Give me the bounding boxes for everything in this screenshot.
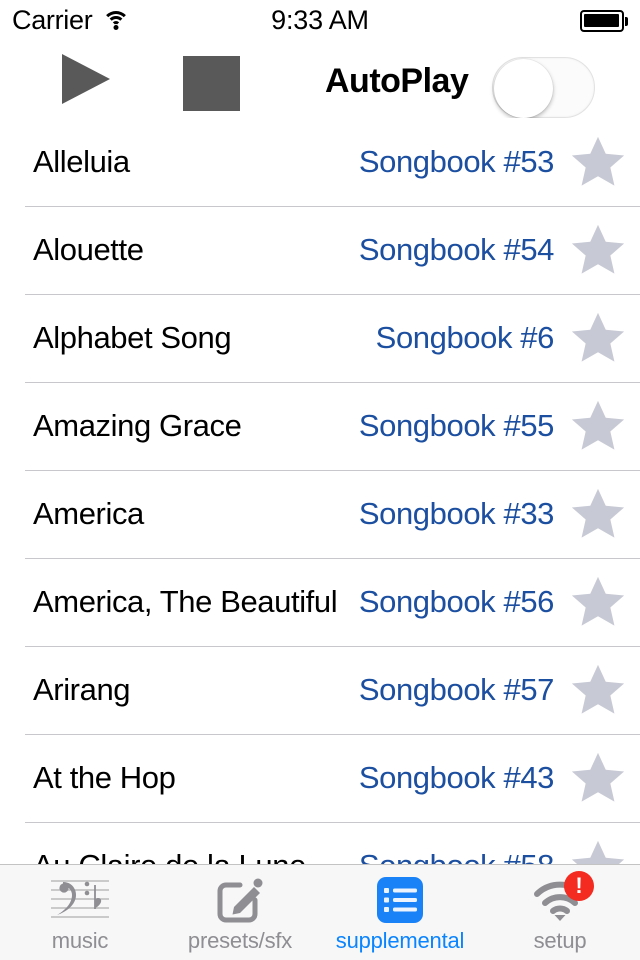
table-row[interactable]: America, The Beautiful Songbook #56: [0, 558, 640, 646]
compose-icon: [208, 874, 272, 926]
song-title: Alphabet Song: [33, 320, 232, 355]
bass-clef-icon: [48, 874, 112, 926]
song-title: Arirang: [33, 672, 131, 707]
star-icon[interactable]: [568, 485, 628, 543]
status-bar: Carrier 9:33 AM: [0, 0, 640, 40]
table-row[interactable]: America Songbook #33: [0, 470, 640, 558]
song-title: Alouette: [33, 232, 144, 267]
table-row[interactable]: Arirang Songbook #57: [0, 646, 640, 734]
songbook-link[interactable]: Songbook #6: [376, 320, 555, 356]
stop-icon[interactable]: [183, 56, 240, 111]
tab-supplemental[interactable]: supplemental: [320, 865, 480, 960]
tab-label: supplemental: [335, 928, 465, 953]
song-list[interactable]: Alleluia Songbook #53 Alouette Songbook #54…: [0, 118, 640, 864]
autoplay-toggle[interactable]: [492, 57, 595, 118]
table-row[interactable]: Au Claire de la Lune Songbook #58: [0, 822, 640, 864]
playback-toolbar: AutoPlay: [0, 40, 640, 118]
songbook-link[interactable]: Songbook #56: [359, 584, 555, 620]
songbook-link[interactable]: Songbook #55: [359, 408, 555, 444]
table-row[interactable]: At the Hop Songbook #43: [0, 734, 640, 822]
table-row[interactable]: Alphabet Song Songbook #6: [0, 294, 640, 382]
table-row[interactable]: Amazing Grace Songbook #55: [0, 382, 640, 470]
star-icon[interactable]: [568, 397, 628, 455]
song-title: America, The Beautiful: [33, 584, 338, 619]
star-icon[interactable]: [568, 133, 628, 191]
status-badge: !: [564, 871, 594, 901]
wifi-icon: !: [528, 871, 594, 926]
tab-presets-sfx[interactable]: presets/sfx: [160, 865, 320, 960]
tab-setup[interactable]: ! setup: [480, 865, 640, 960]
tab-bar: music presets/sfx supplemental! setup: [0, 864, 640, 960]
star-icon[interactable]: [568, 661, 628, 719]
table-row[interactable]: Alleluia Songbook #53: [0, 118, 640, 206]
star-icon[interactable]: [568, 221, 628, 279]
status-bar-time: 9:33 AM: [271, 4, 369, 35]
tab-label: music: [51, 928, 109, 953]
song-title: Amazing Grace: [33, 408, 242, 443]
autoplay-label: AutoPlay: [325, 62, 469, 100]
song-title: Alleluia: [33, 144, 130, 179]
songbook-link[interactable]: Songbook #53: [359, 144, 555, 180]
star-icon[interactable]: [568, 573, 628, 631]
star-icon[interactable]: [568, 309, 628, 367]
tab-label: setup: [533, 928, 587, 953]
song-title: At the Hop: [33, 760, 176, 795]
list-icon: [368, 874, 432, 926]
play-icon[interactable]: [62, 54, 110, 104]
star-icon[interactable]: [568, 749, 628, 807]
songbook-link[interactable]: Songbook #43: [359, 760, 555, 796]
toggle-knob: [494, 59, 553, 118]
star-icon[interactable]: [568, 837, 628, 864]
tab-label: presets/sfx: [187, 928, 293, 953]
tab-music[interactable]: music: [0, 865, 160, 960]
songbook-link[interactable]: Songbook #33: [359, 496, 555, 532]
songbook-link[interactable]: Songbook #58: [359, 848, 555, 864]
songbook-link[interactable]: Songbook #57: [359, 672, 555, 708]
song-title: Au Claire de la Lune: [33, 848, 306, 864]
battery-full-icon: [580, 10, 628, 32]
songbook-link[interactable]: Songbook #54: [359, 232, 555, 268]
table-row[interactable]: Alouette Songbook #54: [0, 206, 640, 294]
song-title: America: [33, 496, 144, 531]
